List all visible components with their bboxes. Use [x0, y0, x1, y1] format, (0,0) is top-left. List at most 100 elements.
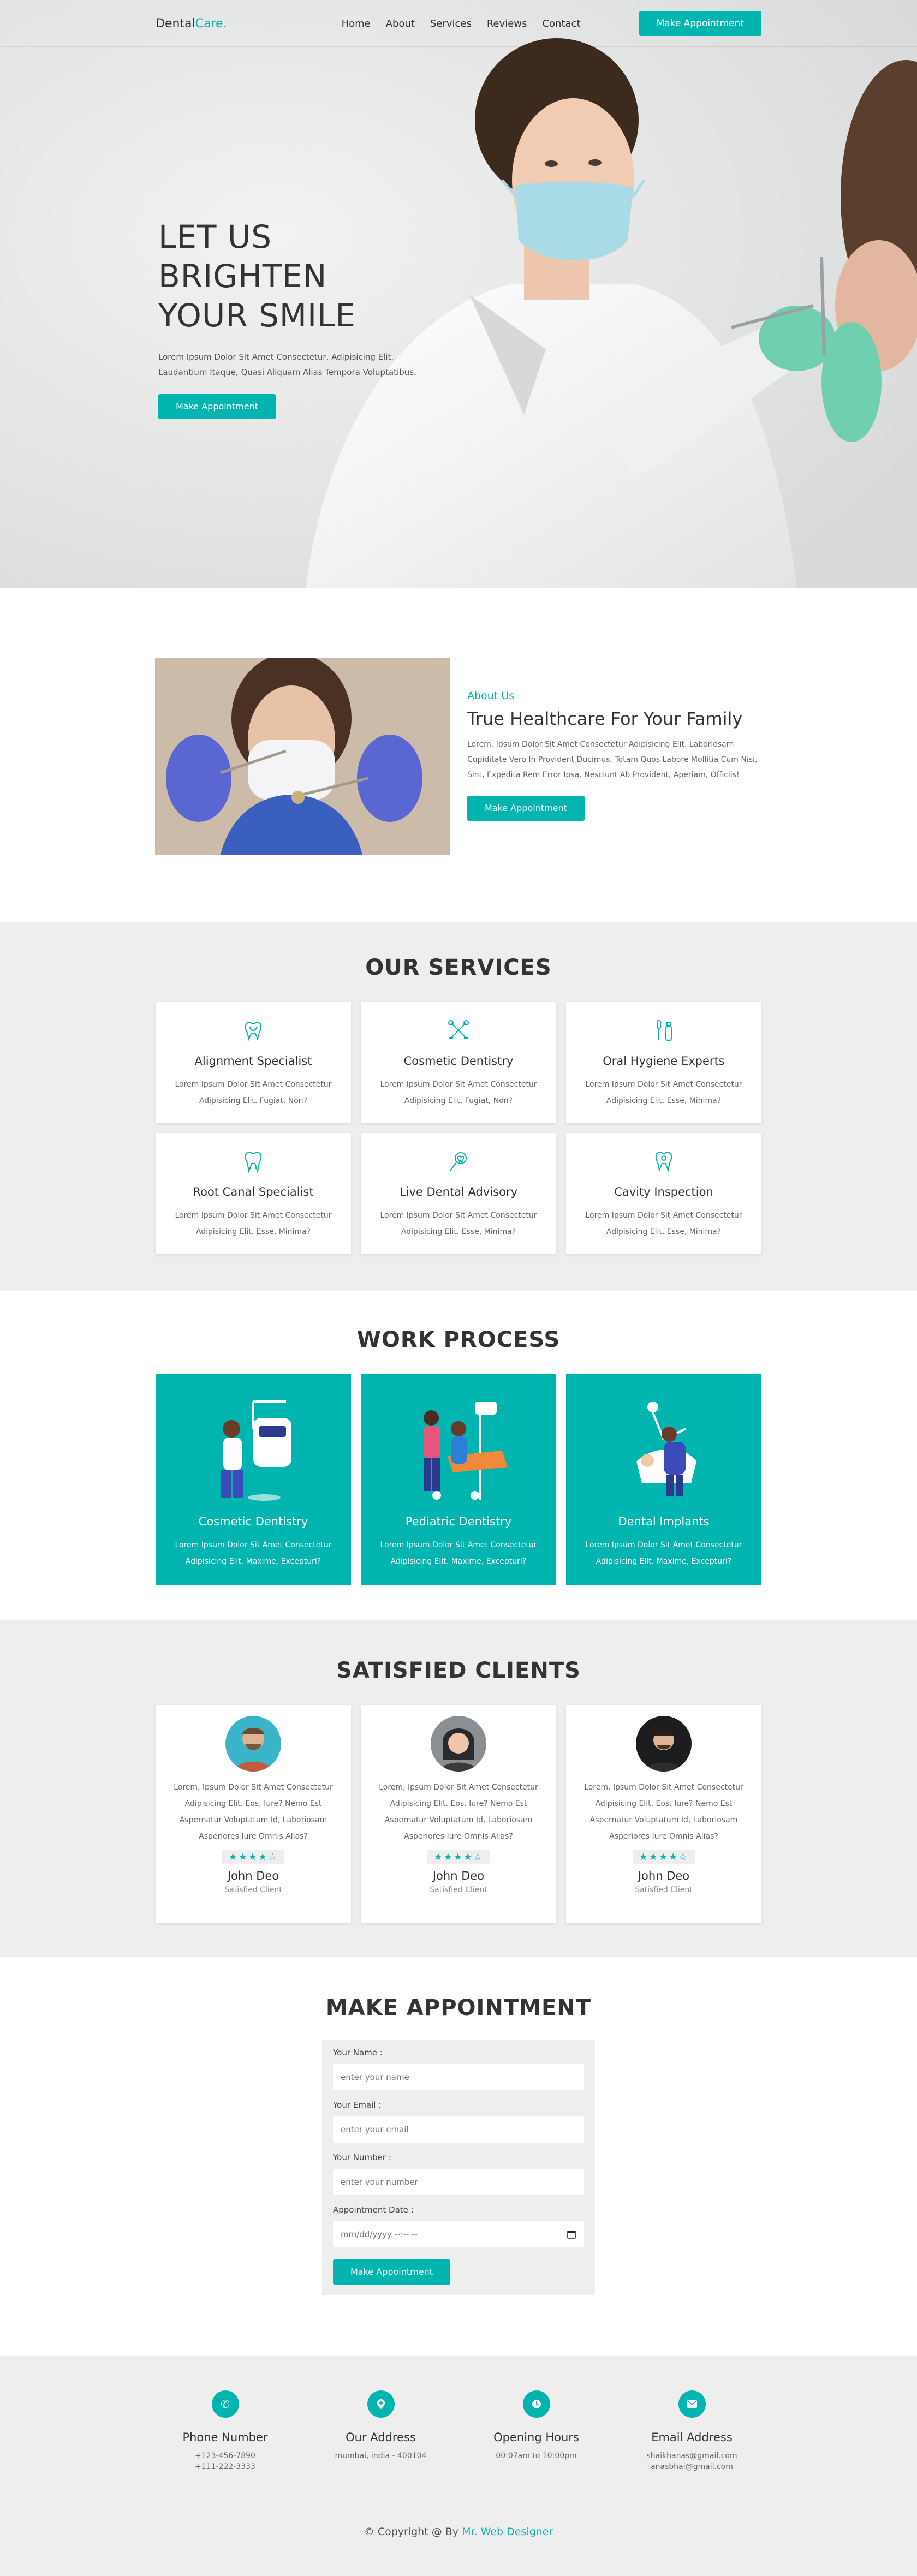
rating-stars: ★★★★☆ — [427, 1850, 490, 1864]
nav-reviews[interactable]: Reviews — [487, 18, 527, 29]
location-pin-icon — [367, 2390, 395, 2418]
footer-info: ✆ Phone Number +123-456-7890 +111-222-333… — [147, 2356, 770, 2472]
footer-col-title: Phone Number — [182, 2431, 268, 2444]
date-label: Appointment Date : — [333, 2205, 414, 2215]
footer-col-line: mumbai, india - 400104 — [335, 2452, 427, 2460]
about-description: Lorem, Ipsum Dolor Sit Amet Consectetur … — [467, 740, 758, 779]
service-card[interactable]: Oral Hygiene Experts Lorem Ipsum Dolor S… — [566, 1002, 761, 1123]
testimonial-card: Lorem, Ipsum Dolor Sit Amet Consectetur … — [361, 1705, 556, 1923]
pediatric-illustration — [424, 1402, 508, 1500]
clock-icon — [522, 2390, 550, 2418]
testimonial-text: Lorem, Ipsum Dolor Sit Amet Consectetur … — [379, 1783, 538, 1841]
date-input[interactable]: mm/dd/yyyy --:-- -- — [333, 2221, 584, 2247]
tooth-root-icon — [245, 1152, 262, 1173]
process-card[interactable]: Cosmetic Dentistry Lorem Ipsum Dolor Sit… — [156, 1374, 351, 1585]
footer-address: Our Address mumbai, india - 400104 — [303, 2390, 458, 2472]
service-name: Oral Hygiene Experts — [603, 1054, 725, 1068]
testimonial-card: Lorem, Ipsum Dolor Sit Amet Consectetur … — [566, 1705, 761, 1923]
email-label: Your Email : — [333, 2100, 382, 2110]
appointment-section: MAKE APPOINTMENT Your Name : enter your … — [0, 1957, 917, 2356]
process-name: Cosmetic Dentistry — [198, 1515, 308, 1528]
nav-home[interactable]: Home — [342, 18, 371, 29]
clients-section: SATISFIED CLIENTS Lorem, Ipsum Dolor Sit… — [0, 1620, 917, 1957]
email-input[interactable]: enter your email — [333, 2116, 584, 2143]
tooth-inspection-icon — [655, 1152, 672, 1172]
services-title: OUR SERVICES — [365, 955, 552, 980]
process-card[interactable]: Pediatric Dentistry Lorem Ipsum Dolor Si… — [361, 1374, 556, 1585]
process-name: Dental Implants — [618, 1515, 710, 1528]
service-text: Lorem Ipsum Dolor Sit Amet Consectetur A… — [380, 1211, 537, 1236]
service-text: Lorem Ipsum Dolor Sit Amet Consectetur A… — [380, 1080, 537, 1105]
author-link[interactable]: Mr. Web Designer — [462, 2526, 553, 2538]
about-subtitle: About Us — [467, 690, 515, 702]
service-text: Lorem Ipsum Dolor Sit Amet Consectetur A… — [175, 1080, 332, 1105]
logo[interactable]: DentalCare. — [156, 17, 227, 31]
logo-main: Dental — [156, 16, 195, 31]
footer-hours: Opening Hours 00:07am to 10:00pm — [458, 2390, 614, 2472]
client-role: Satisfied Client — [635, 1886, 693, 1894]
copyright: © Copyright @ By Mr. Web Designer — [364, 2526, 553, 2538]
service-text: Lorem Ipsum Dolor Sit Amet Consectetur A… — [175, 1211, 332, 1236]
service-text: Lorem Ipsum Dolor Sit Amet Consectetur A… — [585, 1080, 742, 1105]
clients-title: SATISFIED CLIENTS — [336, 1658, 581, 1683]
logo-accent: Care. — [195, 16, 227, 31]
service-name: Cosmetic Dentistry — [403, 1054, 514, 1068]
service-card[interactable]: Cosmetic Dentistry Lorem Ipsum Dolor Sit… — [361, 1002, 556, 1123]
dentist-chair-illustration — [221, 1400, 291, 1501]
footer-col-line: 00:07am to 10:00pm — [496, 2452, 577, 2460]
footer-col-title: Our Address — [346, 2431, 416, 2444]
service-card[interactable]: Root Canal Specialist Lorem Ipsum Dolor … — [156, 1133, 351, 1254]
service-card[interactable]: Alignment Specialist Lorem Ipsum Dolor S… — [156, 1002, 351, 1123]
process-section: WORK PROCESS Cosmetic Dentistry Lorem Ip… — [0, 1291, 917, 1620]
hero-content: LET US BRIGHTEN YOUR SMILE Lorem Ipsum Do… — [158, 217, 442, 419]
appointment-form: Your Name : enter your name Your Email :… — [322, 2040, 595, 2295]
testimonial-text: Lorem, Ipsum Dolor Sit Amet Consectetur … — [584, 1783, 743, 1841]
about-text: About Us True Healthcare For Your Family… — [467, 690, 762, 821]
process-card[interactable]: Dental Implants Lorem Ipsum Dolor Sit Am… — [566, 1374, 761, 1585]
number-input[interactable]: enter your number — [333, 2169, 584, 2195]
site-header: DentalCare. Home About Services Reviews … — [0, 0, 917, 47]
envelope-icon — [678, 2390, 706, 2418]
rating-stars: ★★★★☆ — [632, 1850, 695, 1864]
client-name: John Deo — [227, 1869, 279, 1882]
main-nav: Home About Services Reviews Contact — [342, 18, 581, 29]
calendar-icon[interactable] — [567, 2229, 576, 2239]
hero-title: LET US BRIGHTEN YOUR SMILE — [158, 218, 356, 334]
site-footer: ✆ Phone Number +123-456-7890 +111-222-333… — [0, 2356, 917, 2576]
service-card[interactable]: Live Dental Advisory Lorem Ipsum Dolor S… — [361, 1133, 556, 1254]
header-appointment-button[interactable]: Make Appointment — [639, 11, 761, 36]
process-text: Lorem Ipsum Dolor Sit Amet Consectetur A… — [380, 1541, 537, 1566]
tooth-icon — [245, 1022, 262, 1041]
about-image — [155, 658, 450, 855]
testimonial-card: Lorem, Ipsum Dolor Sit Amet Consectetur … — [156, 1705, 351, 1923]
service-card[interactable]: Cavity Inspection Lorem Ipsum Dolor Sit … — [566, 1133, 761, 1254]
client-role: Satisfied Client — [430, 1886, 487, 1894]
name-input[interactable]: enter your name — [333, 2064, 584, 2090]
process-text: Lorem Ipsum Dolor Sit Amet Consectetur A… — [175, 1541, 332, 1566]
about-title: True Healthcare For Your Family — [467, 708, 743, 729]
about-appointment-button[interactable]: Make Appointment — [467, 796, 585, 821]
name-label: Your Name : — [333, 2048, 383, 2058]
nav-about[interactable]: About — [386, 18, 415, 29]
footer-col-line: shaikhanas@gmail.com anasbhai@gmail.com — [646, 2452, 737, 2471]
services-section: OUR SERVICES Alignment Specialist Lorem … — [0, 922, 917, 1291]
testimonial-text: Lorem, Ipsum Dolor Sit Amet Consectetur … — [174, 1783, 333, 1841]
process-title: WORK PROCESS — [356, 1327, 561, 1352]
about-section: About Us True Healthcare For Your Family… — [0, 588, 917, 922]
process-name: Pediatric Dentistry — [405, 1515, 512, 1528]
rating-stars: ★★★★☆ — [222, 1850, 285, 1864]
client-role: Satisfied Client — [224, 1886, 282, 1894]
service-text: Lorem Ipsum Dolor Sit Amet Consectetur A… — [585, 1211, 742, 1236]
client-name: John Deo — [638, 1869, 690, 1882]
footer-col-line: +123-456-7890 +111-222-3333 — [195, 2452, 255, 2471]
nav-services[interactable]: Services — [430, 18, 472, 29]
services-grid: Alignment Specialist Lorem Ipsum Dolor S… — [156, 1002, 761, 1254]
hero-appointment-button[interactable]: Make Appointment — [158, 394, 276, 419]
nav-contact[interactable]: Contact — [542, 18, 580, 29]
service-name: Alignment Specialist — [194, 1054, 312, 1068]
clients-grid: Lorem, Ipsum Dolor Sit Amet Consectetur … — [156, 1705, 761, 1923]
service-name: Root Canal Specialist — [193, 1185, 314, 1198]
submit-appointment-button[interactable]: Make Appointment — [333, 2259, 450, 2285]
footer-email: Email Address shaikhanas@gmail.com anasbh… — [614, 2390, 770, 2472]
footer-col-title: Opening Hours — [493, 2431, 579, 2444]
